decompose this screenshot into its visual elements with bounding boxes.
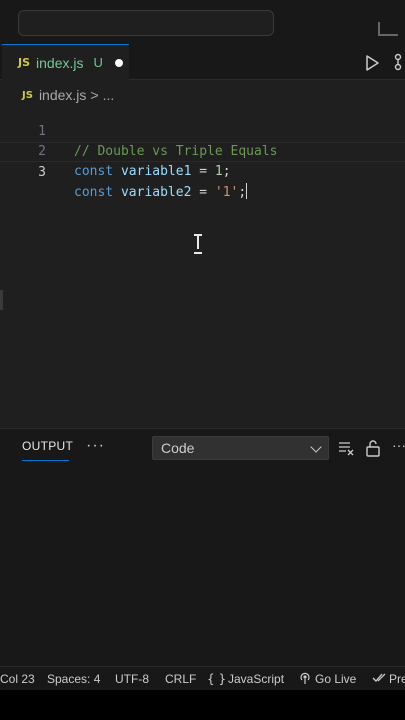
code-semicolon: ; bbox=[238, 185, 247, 200]
code-operator: = bbox=[199, 164, 208, 179]
code-semicolon: ; bbox=[222, 164, 231, 179]
tab-index-js[interactable]: JS index.js U bbox=[2, 44, 129, 80]
code-variable: variable2 bbox=[120, 185, 192, 200]
code-line-2[interactable]: 2 const variable1 = 1; bbox=[0, 122, 405, 179]
javascript-file-icon: JS bbox=[18, 56, 31, 69]
output-channel-select[interactable]: Code bbox=[152, 436, 329, 460]
prettier-status[interactable]: Pre bbox=[389, 672, 405, 686]
tab-filename: index.js bbox=[36, 54, 84, 71]
code-editor[interactable]: JS index.js > ... 1 // Double vs Triple … bbox=[0, 80, 405, 428]
code-keyword: const bbox=[74, 164, 114, 179]
javascript-file-icon: JS bbox=[22, 89, 33, 101]
line-ending[interactable]: CRLF bbox=[165, 672, 196, 686]
breadcrumb-file[interactable]: index.js bbox=[39, 87, 86, 103]
git-untracked-badge: U bbox=[93, 55, 103, 70]
braces-icon: { } bbox=[207, 672, 227, 686]
active-tab-indicator bbox=[22, 460, 69, 461]
split-editor-icon[interactable] bbox=[391, 52, 405, 72]
breadcrumb-separator: > bbox=[90, 87, 99, 103]
cursor-position[interactable]: Col 23 bbox=[0, 672, 35, 686]
code-number: 1 bbox=[214, 164, 223, 179]
panel-more-icon[interactable]: ··· bbox=[392, 437, 405, 453]
output-panel: OUTPUT ··· Code ··· bbox=[0, 428, 405, 666]
indentation[interactable]: Spaces: 4 bbox=[47, 672, 100, 686]
mouse-ibeam-cursor-icon bbox=[194, 234, 202, 254]
breadcrumb-more[interactable]: ... bbox=[103, 87, 115, 103]
title-bar bbox=[0, 0, 405, 44]
sash-handle[interactable] bbox=[0, 290, 3, 310]
lock-scroll-icon[interactable] bbox=[365, 439, 381, 457]
code-line-1[interactable]: 1 // Double vs Triple Equals bbox=[0, 102, 405, 159]
run-code-icon[interactable] bbox=[364, 54, 380, 72]
status-bar: Col 23 Spaces: 4 UTF-8 CRLF { } JavaScri… bbox=[0, 666, 405, 690]
code-string: '1' bbox=[214, 185, 239, 200]
broadcast-icon bbox=[300, 672, 310, 684]
code-operator: = bbox=[199, 185, 208, 200]
unsaved-dot-icon[interactable] bbox=[114, 58, 123, 67]
code-lines: 1 // Double vs Triple Equals 2 const var… bbox=[0, 102, 405, 200]
editor-tab-bar: JS index.js U bbox=[0, 44, 405, 80]
code-keyword: const bbox=[74, 185, 114, 200]
text-caret bbox=[246, 183, 248, 199]
tab-output[interactable]: OUTPUT bbox=[22, 439, 73, 453]
chevron-down-icon bbox=[310, 441, 322, 453]
output-channel-value: Code bbox=[161, 440, 195, 456]
language-mode[interactable]: JavaScript bbox=[228, 672, 284, 686]
double-check-icon bbox=[372, 673, 386, 682]
layout-icon[interactable] bbox=[378, 22, 398, 36]
more-actions-icon[interactable]: ··· bbox=[86, 437, 105, 455]
line-number: 3 bbox=[38, 165, 46, 180]
code-line-3[interactable]: 3 const variable2 = '1'; bbox=[0, 142, 405, 200]
command-center[interactable] bbox=[18, 10, 274, 36]
encoding[interactable]: UTF-8 bbox=[115, 672, 149, 686]
clear-output-icon[interactable] bbox=[338, 440, 354, 456]
go-live-button[interactable]: Go Live bbox=[315, 672, 356, 686]
code-variable: variable1 bbox=[120, 164, 192, 179]
vscode-window: JS index.js U JS index.js > ... 1 // Dou… bbox=[0, 0, 405, 720]
